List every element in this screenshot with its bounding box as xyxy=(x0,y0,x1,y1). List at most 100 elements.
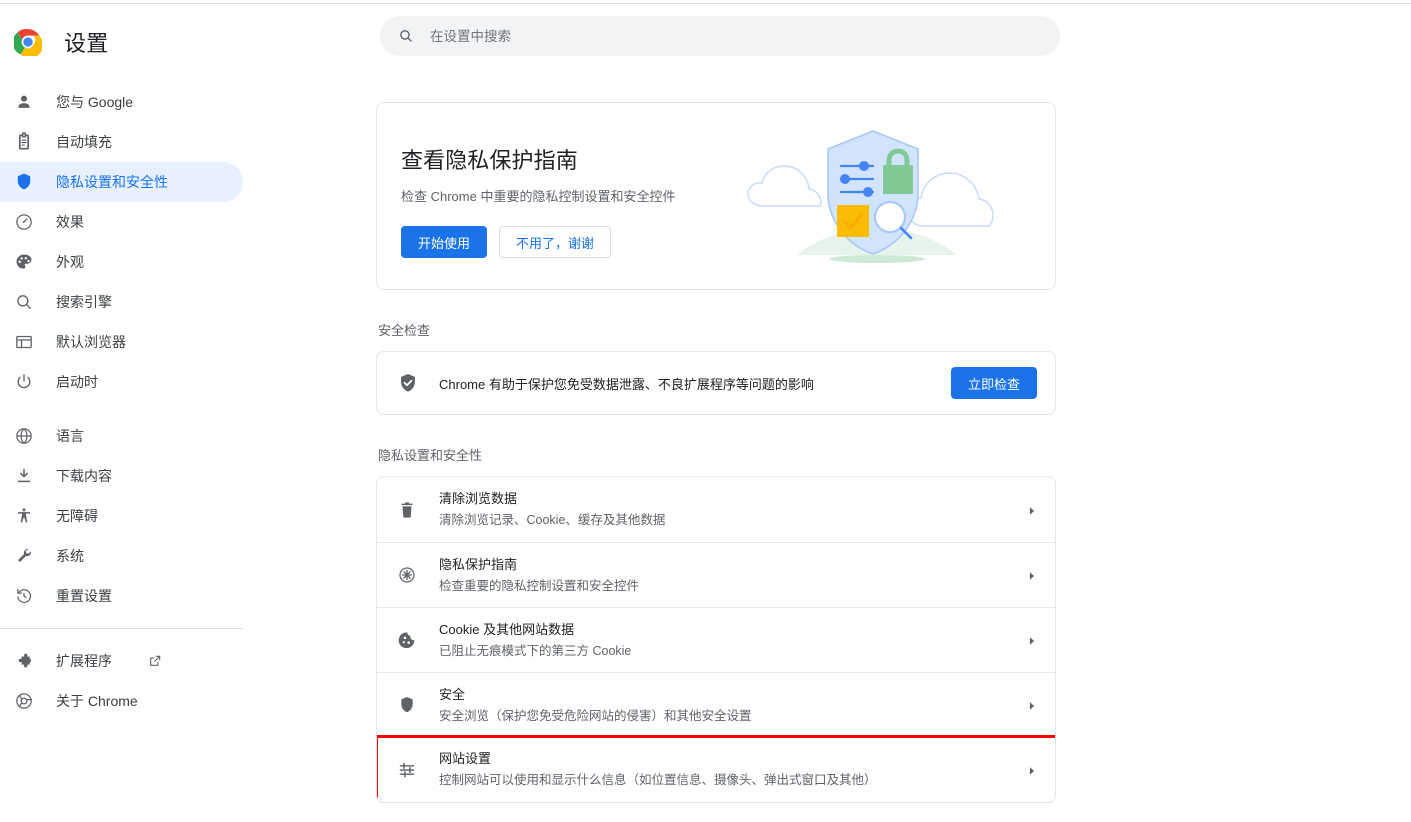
shield-icon xyxy=(14,172,34,192)
main-content: 查看隐私保护指南 检查 Chrome 中重要的隐私控制设置和安全控件 开始使用 … xyxy=(300,4,1411,822)
search-box[interactable] xyxy=(380,16,1060,56)
list-item-title: 隐私保护指南 xyxy=(439,556,518,572)
wrench-icon xyxy=(14,546,34,566)
privacy-guide-promo-card: 查看隐私保护指南 检查 Chrome 中重要的隐私控制设置和安全控件 开始使用 … xyxy=(376,102,1056,290)
trash-icon xyxy=(397,500,417,520)
start-guide-button[interactable]: 开始使用 xyxy=(401,226,488,258)
sidebar-item-autofill[interactable]: 自动填充 xyxy=(0,122,243,162)
download-icon xyxy=(14,466,34,486)
browser-window-icon xyxy=(14,332,34,352)
cookie-icon xyxy=(397,630,417,650)
sidebar-item-search-engine[interactable]: 搜索引擎 xyxy=(0,282,243,322)
sidebar-item-label: 隐私设置和安全性 xyxy=(56,174,168,190)
chevron-right-icon xyxy=(1027,504,1037,516)
sidebar-item-label: 外观 xyxy=(56,254,84,270)
chevron-right-icon xyxy=(1027,569,1037,581)
sidebar-item-appearance[interactable]: 外观 xyxy=(0,242,243,282)
tune-icon xyxy=(397,760,417,780)
sidebar-item-reset-settings[interactable]: 重置设置 xyxy=(0,576,243,616)
sidebar-item-label: 搜索引擎 xyxy=(56,294,112,310)
sidebar-item-label: 系统 xyxy=(56,548,84,564)
clipboard-icon xyxy=(14,132,34,152)
sidebar-item-label: 默认浏览器 xyxy=(56,334,126,350)
safety-check-row: Chrome 有助于保护您免受数据泄露、不良扩展程序等问题的影响 立即检查 xyxy=(377,352,1055,414)
list-item-title: 安全 xyxy=(439,686,466,702)
sidebar-item-you-and-google[interactable]: 您与 Google xyxy=(0,82,243,122)
list-item-body: Cookie 及其他网站数据 已阻止无痕模式下的第三方 Cookie xyxy=(439,621,1005,660)
sidebar-item-label: 重置设置 xyxy=(56,588,112,604)
sidebar-item-on-startup[interactable]: 启动时 xyxy=(0,362,243,402)
accessibility-icon xyxy=(14,506,34,526)
settings-content: 查看隐私保护指南 检查 Chrome 中重要的隐私控制设置和安全控件 开始使用 … xyxy=(376,102,1056,803)
list-item-clear-browsing-data[interactable]: 清除浏览数据 清除浏览记录、Cookie、缓存及其他数据 xyxy=(377,477,1055,542)
sidebar-item-languages[interactable]: 语言 xyxy=(0,416,243,456)
chevron-right-icon xyxy=(1027,634,1037,646)
sidebar-item-label: 无障碍 xyxy=(56,508,98,524)
palette-icon xyxy=(14,252,34,272)
chrome-logo-icon xyxy=(12,28,44,59)
chevron-right-icon xyxy=(1027,764,1037,776)
promo-actions: 开始使用 不用了，谢谢 xyxy=(401,226,1055,258)
sidebar-item-system[interactable]: 系统 xyxy=(0,536,243,576)
privacy-guide-icon xyxy=(397,565,417,585)
speedometer-icon xyxy=(14,212,34,232)
list-item-title: 网站设置 xyxy=(439,751,492,766)
list-item-cookies[interactable]: Cookie 及其他网站数据 已阻止无痕模式下的第三方 Cookie xyxy=(377,607,1055,672)
site-settings-highlight-wrapper: 网站设置 控制网站可以使用和显示什么信息（如位置信息、摄像头、弹出式窗口及其他） xyxy=(377,735,1055,802)
list-item-site-settings[interactable]: 网站设置 控制网站可以使用和显示什么信息（如位置信息、摄像头、弹出式窗口及其他） xyxy=(377,737,1055,802)
list-item-subtitle: 清除浏览记录、Cookie、缓存及其他数据 xyxy=(439,513,666,527)
list-item-title: Cookie 及其他网站数据 xyxy=(439,621,575,637)
sidebar-item-label: 启动时 xyxy=(56,374,98,390)
list-item-privacy-guide[interactable]: 隐私保护指南 检查重要的隐私控制设置和安全控件 xyxy=(377,542,1055,607)
list-item-body: 隐私保护指南 检查重要的隐私控制设置和安全控件 xyxy=(439,556,1005,595)
sidebar-nav-primary: 您与 Google 自动填充 隐私设置和安全性 效果 外观 搜索引擎 默认浏览器… xyxy=(0,82,300,721)
brand-header: 设置 xyxy=(0,14,300,70)
safety-check-card: Chrome 有助于保护您免受数据泄露、不良扩展程序等问题的影响 立即检查 xyxy=(376,351,1056,415)
shield-check-icon xyxy=(397,372,419,394)
sidebar-divider xyxy=(0,628,243,629)
sidebar-item-extensions[interactable]: 扩展程序 xyxy=(0,641,243,681)
sidebar-item-label: 关于 Chrome xyxy=(56,693,138,709)
list-item-body: 安全 安全浏览（保护您免受危险网站的侵害）和其他安全设置 xyxy=(439,686,1005,725)
external-link-icon xyxy=(148,654,162,668)
page-title: 设置 xyxy=(64,31,109,56)
sidebar-item-performance[interactable]: 效果 xyxy=(0,202,243,242)
privacy-section-title: 隐私设置和安全性 xyxy=(378,448,483,463)
safety-check-section-title: 安全检查 xyxy=(378,323,431,338)
search-icon xyxy=(398,28,414,44)
power-icon xyxy=(14,372,34,392)
promo-text-block: 查看隐私保护指南 检查 Chrome 中重要的隐私控制设置和安全控件 开始使用 … xyxy=(377,103,1055,258)
chevron-right-icon xyxy=(1027,699,1037,711)
sidebar-item-accessibility[interactable]: 无障碍 xyxy=(0,496,243,536)
list-item-subtitle: 检查重要的隐私控制设置和安全控件 xyxy=(439,578,640,593)
restore-icon xyxy=(14,586,34,606)
sidebar-item-label: 下载内容 xyxy=(56,468,112,484)
shield-outline-icon xyxy=(397,695,417,715)
list-item-subtitle: 已阻止无痕模式下的第三方 Cookie xyxy=(439,643,632,658)
search-bar-container xyxy=(300,4,1411,56)
globe-icon xyxy=(14,426,34,446)
dismiss-guide-button[interactable]: 不用了，谢谢 xyxy=(499,226,612,258)
sidebar-item-downloads[interactable]: 下载内容 xyxy=(0,456,243,496)
list-item-body: 网站设置 控制网站可以使用和显示什么信息（如位置信息、摄像头、弹出式窗口及其他） xyxy=(439,750,1005,789)
sidebar-item-default-browser[interactable]: 默认浏览器 xyxy=(0,322,243,362)
sidebar-item-label: 效果 xyxy=(56,214,84,230)
list-item-subtitle: 安全浏览（保护您免受危险网站的侵害）和其他安全设置 xyxy=(439,708,752,723)
check-now-button[interactable]: 立即检查 xyxy=(950,367,1037,399)
search-input[interactable] xyxy=(430,28,1042,44)
promo-title: 查看隐私保护指南 xyxy=(401,148,578,173)
sidebar-item-about-chrome[interactable]: 关于 Chrome xyxy=(0,681,243,721)
person-icon xyxy=(14,92,34,112)
sidebar-item-privacy-and-security[interactable]: 隐私设置和安全性 xyxy=(0,162,243,202)
settings-app: 设置 您与 Google 自动填充 隐私设置和安全性 效果 外观 搜索引擎 默认… xyxy=(0,0,1411,822)
magnifier-icon xyxy=(14,292,34,312)
privacy-settings-list: 清除浏览数据 清除浏览记录、Cookie、缓存及其他数据 隐私保护指南 检查重要… xyxy=(376,476,1056,803)
sidebar-item-label: 自动填充 xyxy=(56,134,112,150)
list-item-subtitle: 控制网站可以使用和显示什么信息（如位置信息、摄像头、弹出式窗口及其他） xyxy=(439,773,877,787)
puzzle-icon xyxy=(14,651,34,671)
sidebar: 设置 您与 Google 自动填充 隐私设置和安全性 效果 外观 搜索引擎 默认… xyxy=(0,4,300,822)
list-item-security[interactable]: 安全 安全浏览（保护您免受危险网站的侵害）和其他安全设置 xyxy=(377,672,1055,737)
safety-check-text: Chrome 有助于保护您免受数据泄露、不良扩展程序等问题的影响 xyxy=(439,376,814,392)
promo-subtitle: 检查 Chrome 中重要的隐私控制设置和安全控件 xyxy=(401,189,676,204)
